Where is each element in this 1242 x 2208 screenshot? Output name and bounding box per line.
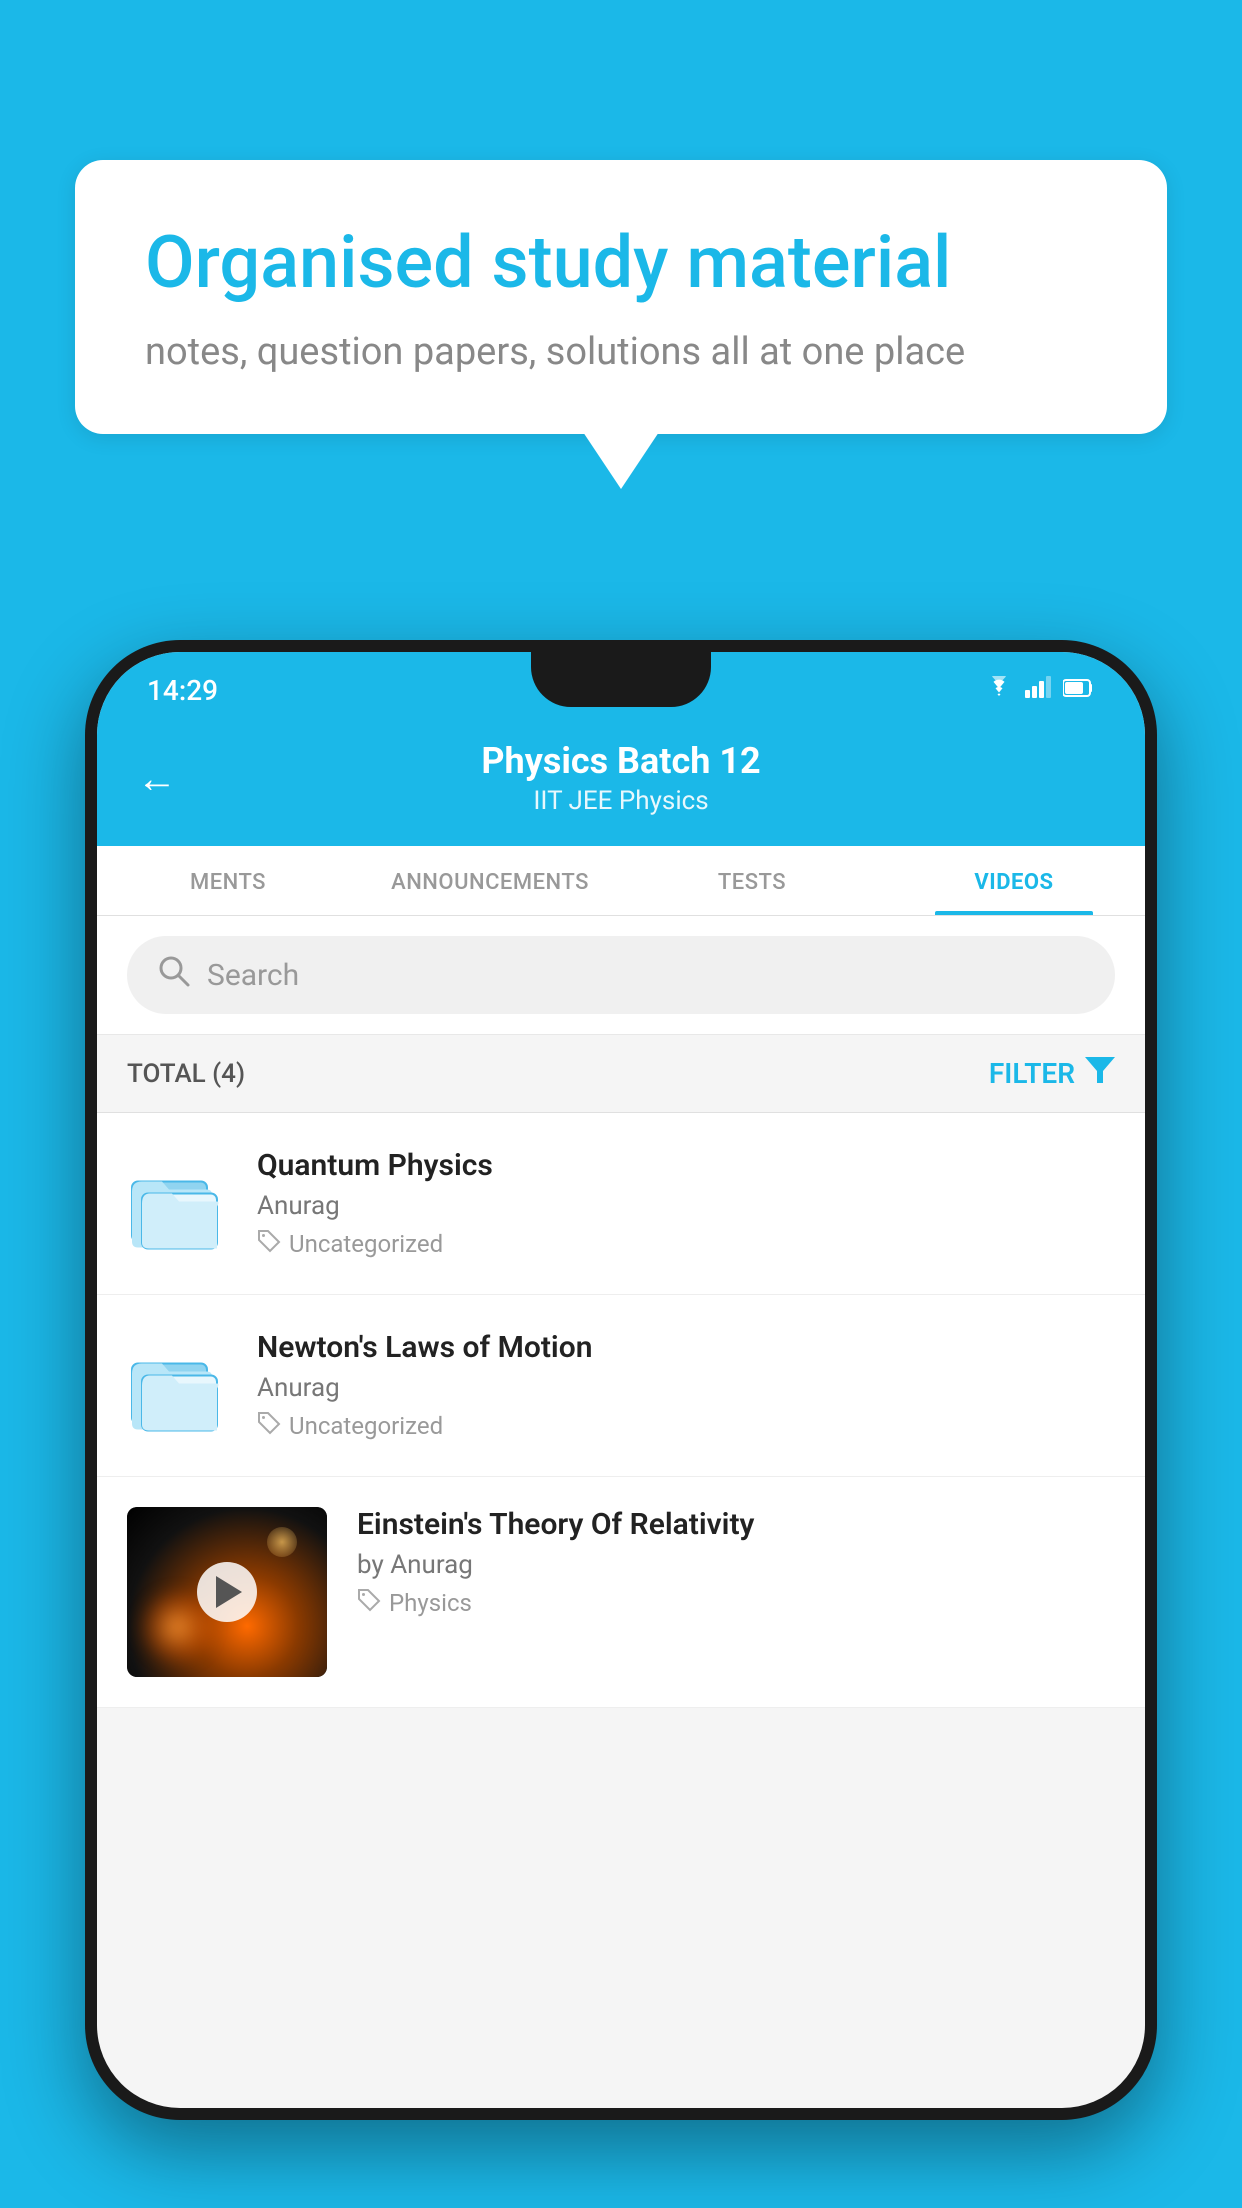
video-list: Quantum Physics Anurag Uncategorized — [97, 1113, 1145, 1708]
bubble-title: Organised study material — [145, 220, 1097, 306]
phone-screen: 14:29 — [97, 652, 1145, 2108]
video-item-info: Einstein's Theory Of Relativity by Anura… — [357, 1507, 1115, 1618]
list-item[interactable]: Newton's Laws of Motion Anurag Uncategor… — [97, 1295, 1145, 1477]
filter-button[interactable]: FILTER — [989, 1057, 1115, 1090]
signal-icon — [1025, 675, 1051, 705]
tab-videos[interactable]: VIDEOS — [883, 846, 1145, 915]
video-title: Quantum Physics — [257, 1148, 1115, 1183]
header-subtitle: IIT JEE Physics — [481, 786, 760, 816]
header-title-group: Physics Batch 12 IIT JEE Physics — [481, 740, 760, 816]
video-author: Anurag — [257, 1191, 1115, 1221]
filter-bar: TOTAL (4) FILTER — [97, 1035, 1145, 1113]
battery-icon — [1063, 675, 1095, 705]
search-bar[interactable]: Search — [127, 936, 1115, 1014]
search-placeholder: Search — [207, 958, 299, 993]
search-container: Search — [97, 916, 1145, 1035]
video-author: Anurag — [257, 1373, 1115, 1403]
play-button[interactable] — [197, 1562, 257, 1622]
video-tag: Uncategorized — [257, 1229, 1115, 1259]
phone-notch — [531, 652, 711, 707]
tag-icon — [257, 1229, 281, 1259]
status-icons — [985, 675, 1095, 705]
bubble-subtitle: notes, question papers, solutions all at… — [145, 330, 1097, 374]
header-title: Physics Batch 12 — [481, 740, 760, 782]
status-time: 14:29 — [147, 674, 218, 707]
video-tag: Physics — [357, 1588, 1115, 1618]
tab-ments[interactable]: MENTS — [97, 846, 359, 915]
phone-frame: 14:29 — [85, 640, 1157, 2120]
video-item-info: Newton's Laws of Motion Anurag Uncategor… — [257, 1330, 1115, 1441]
tab-bar: MENTS ANNOUNCEMENTS TESTS VIDEOS — [97, 846, 1145, 916]
speech-bubble: Organised study material notes, question… — [75, 160, 1167, 434]
tab-tests[interactable]: TESTS — [621, 846, 883, 915]
back-button[interactable]: ← — [137, 755, 177, 802]
video-author: by Anurag — [357, 1550, 1115, 1580]
tag-icon — [357, 1588, 381, 1618]
folder-icon — [127, 1341, 227, 1431]
phone-container: 14:29 — [85, 640, 1157, 2208]
video-thumbnail — [127, 1507, 327, 1677]
play-triangle-icon — [216, 1576, 242, 1608]
video-item-info: Quantum Physics Anurag Uncategorized — [257, 1148, 1115, 1259]
video-title: Einstein's Theory Of Relativity — [357, 1507, 1115, 1542]
list-item[interactable]: Quantum Physics Anurag Uncategorized — [97, 1113, 1145, 1295]
app-header: ← Physics Batch 12 IIT JEE Physics — [97, 720, 1145, 846]
folder-icon — [127, 1159, 227, 1249]
list-item[interactable]: Einstein's Theory Of Relativity by Anura… — [97, 1477, 1145, 1708]
total-label: TOTAL (4) — [127, 1059, 245, 1089]
tab-announcements[interactable]: ANNOUNCEMENTS — [359, 846, 621, 915]
search-icon — [157, 954, 191, 996]
video-tag: Uncategorized — [257, 1411, 1115, 1441]
tag-icon — [257, 1411, 281, 1441]
filter-icon — [1085, 1057, 1115, 1090]
wifi-icon — [985, 675, 1013, 705]
video-title: Newton's Laws of Motion — [257, 1330, 1115, 1365]
